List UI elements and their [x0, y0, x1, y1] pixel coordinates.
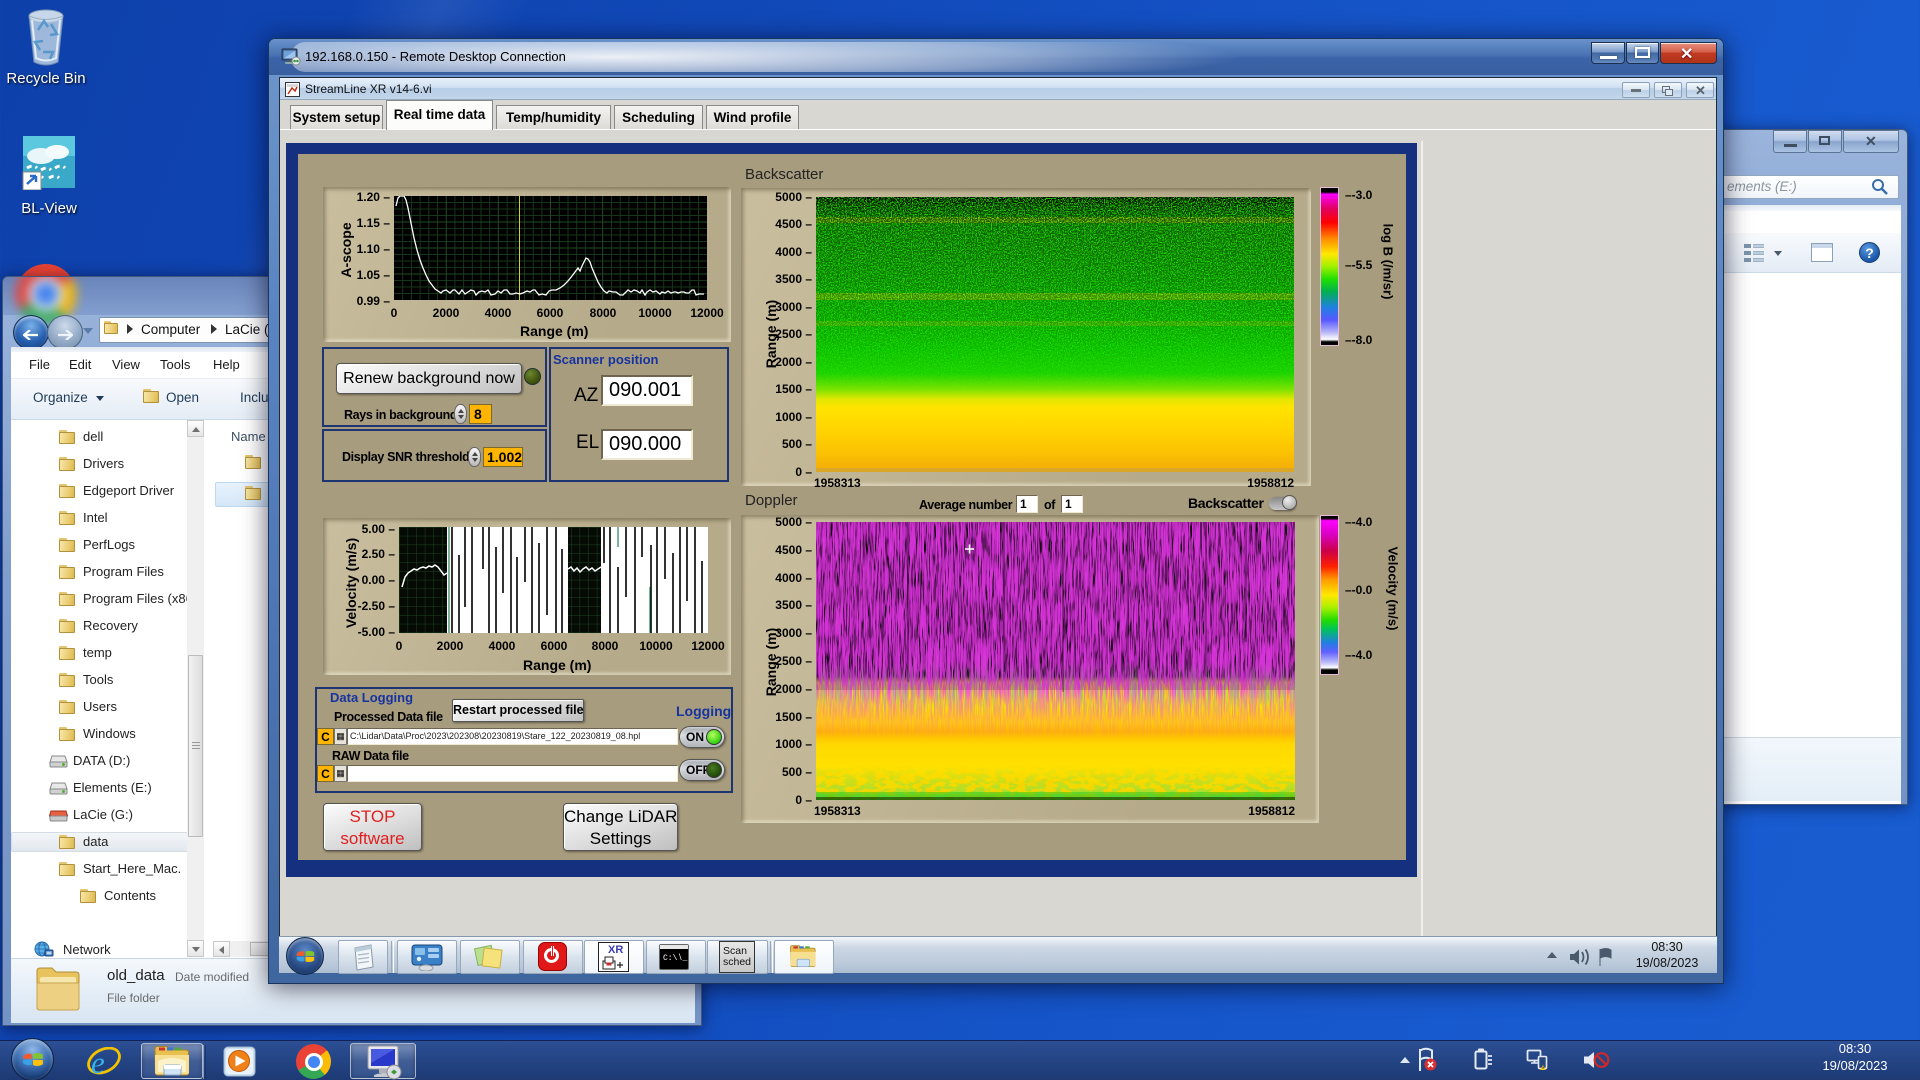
svg-text:e: e [91, 1047, 105, 1077]
